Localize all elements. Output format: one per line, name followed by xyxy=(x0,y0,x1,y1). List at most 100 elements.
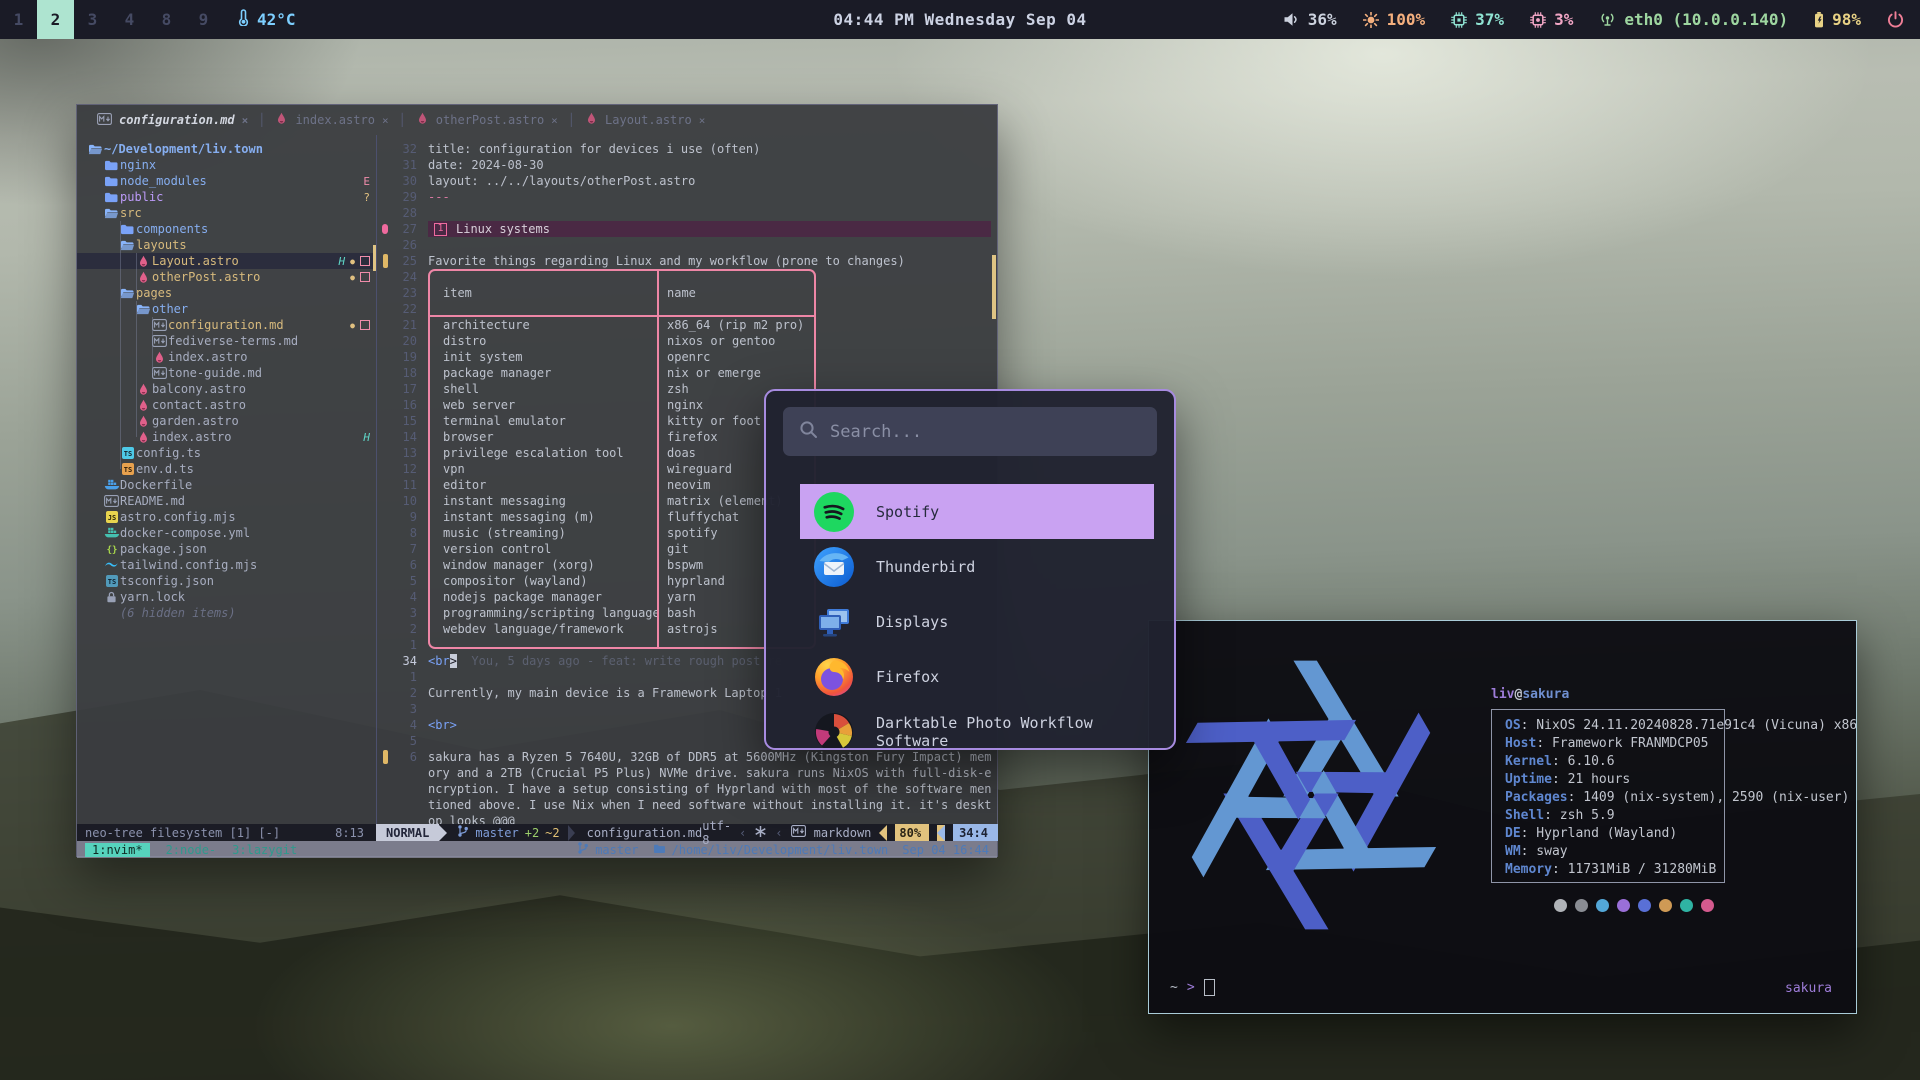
tab-index.astro[interactable]: index.astro × xyxy=(265,105,398,135)
line-text: 1Linux systems xyxy=(428,221,997,237)
launcher-item-firefox[interactable]: Firefox xyxy=(800,649,1154,704)
tree-item[interactable]: otherPost.astro● xyxy=(77,269,376,285)
statusline-neotree: neo-tree filesystem [1] [-] xyxy=(85,826,280,840)
line-number: 12 xyxy=(389,461,417,477)
tree-item[interactable]: balcony.astro xyxy=(77,381,376,397)
tree-item[interactable]: Layout.astroH● xyxy=(77,253,376,269)
tree-item[interactable]: {}package.json xyxy=(77,541,376,557)
tree-item[interactable]: yarn.lock xyxy=(77,589,376,605)
buffer-tabbar: configuration.md×│index.astro×│otherPost… xyxy=(77,105,997,135)
tab-close-icon[interactable]: × xyxy=(551,114,558,127)
astro-icon xyxy=(585,112,598,128)
palette-dot xyxy=(1554,899,1567,912)
tab-close-icon[interactable]: × xyxy=(242,114,249,127)
launcher-item-thunderbird[interactable]: Thunderbird xyxy=(800,539,1154,594)
darktable-icon xyxy=(814,712,854,751)
tree-item[interactable]: layouts xyxy=(77,237,376,253)
markdown-icon xyxy=(791,825,806,840)
prompt-path: ~ xyxy=(1170,980,1178,995)
tree-item[interactable]: fediverse-terms.md xyxy=(77,333,376,349)
table-cell-item xyxy=(430,637,659,647)
astro-icon xyxy=(135,399,152,412)
network-value: eth0 (10.0.0.140) xyxy=(1624,10,1788,29)
palette-dot xyxy=(1701,899,1714,912)
tree-item[interactable]: node_modulesE xyxy=(77,173,376,189)
buffer-scrollbar-thumb[interactable] xyxy=(992,255,996,319)
line-number: 31 xyxy=(389,157,417,173)
tree-item[interactable]: docker-compose.yml xyxy=(77,525,376,541)
bar-module-cpu: 37% xyxy=(1451,10,1504,29)
workspace-button-9[interactable]: 9 xyxy=(185,0,222,39)
tree-item-label: balcony.astro xyxy=(152,382,246,396)
tree-item[interactable]: src xyxy=(77,205,376,221)
table-cell-item: instant messaging xyxy=(430,493,659,509)
tmux-window-3lazygit[interactable]: 3:lazygit xyxy=(232,843,297,857)
status-bar: 123489 42°C 04:44 PM Wednesday Sep 04 36… xyxy=(0,0,1920,39)
tree-item[interactable]: configuration.md● xyxy=(77,317,376,333)
untracked-mark: ? xyxy=(363,191,370,204)
tree-indent-guide xyxy=(152,317,153,373)
tmux-window-1nvim[interactable]: 1:nvim* xyxy=(85,843,150,857)
workspace-button-2[interactable]: 2 xyxy=(37,0,74,39)
neo-tree-panel[interactable]: ~/Development/liv.townnginxnode_modulesE… xyxy=(77,135,376,824)
tab-otherPost.astro[interactable]: otherPost.astro× xyxy=(406,105,568,135)
tree-item[interactable]: TSconfig.ts xyxy=(77,445,376,461)
tmux-window-2node[interactable]: 2:node- xyxy=(166,843,217,857)
line-text xyxy=(428,205,997,221)
tree-item[interactable]: ~/Development/liv.town xyxy=(77,141,376,157)
table-cell-item xyxy=(430,271,659,285)
tree-item-label: public xyxy=(120,190,163,204)
tab-Layout.astro[interactable]: Layout.astro× xyxy=(575,105,715,135)
tree-item[interactable]: Dockerfile xyxy=(77,477,376,493)
tree-scrollbar-thumb[interactable] xyxy=(373,245,376,271)
search-input[interactable]: Search... xyxy=(783,407,1157,456)
svg-text:{}: {} xyxy=(106,546,117,556)
bar-module-power[interactable] xyxy=(1887,11,1904,28)
tree-item[interactable]: pages xyxy=(77,285,376,301)
terminal-window-fetch[interactable]: liv@sakura OS: NixOS 24.11.20240828.71e9… xyxy=(1148,620,1857,1014)
workspace-button-8[interactable]: 8 xyxy=(148,0,185,39)
buffer-line: 28 xyxy=(377,205,997,221)
tree-item[interactable]: components xyxy=(77,221,376,237)
tree-item[interactable]: TSenv.d.ts xyxy=(77,461,376,477)
table-cell-item: browser xyxy=(430,429,659,445)
tree-item[interactable]: (6 hidden items) xyxy=(77,605,376,621)
fetch-info-line: Host: Framework FRANMDCP05 xyxy=(1505,735,1857,753)
tree-item[interactable]: tailwind.config.mjs xyxy=(77,557,376,573)
tree-item[interactable]: tone-guide.md xyxy=(77,365,376,381)
line-number: 23 xyxy=(389,285,417,301)
tab-close-icon[interactable]: × xyxy=(699,114,706,127)
hint-mark: H xyxy=(339,255,346,268)
workspace-button-1[interactable]: 1 xyxy=(0,0,37,39)
launcher-item-displays[interactable]: Displays xyxy=(800,594,1154,649)
tree-item[interactable]: TStsconfig.json xyxy=(77,573,376,589)
workspace-button-3[interactable]: 3 xyxy=(74,0,111,39)
markdown-table-row: nodejs package manageryarn xyxy=(428,589,816,605)
tree-item[interactable]: index.astro xyxy=(77,349,376,365)
tree-item[interactable]: JSastro.config.mjs xyxy=(77,509,376,525)
launcher-item-darktable[interactable]: Darktable Photo Workflow Software xyxy=(800,704,1154,750)
workspace-button-4[interactable]: 4 xyxy=(111,0,148,39)
tab-configuration.md[interactable]: configuration.md× xyxy=(87,105,258,135)
tree-item[interactable]: public? xyxy=(77,189,376,205)
tree-item-marks: ● xyxy=(350,269,370,285)
tab-label: index.astro xyxy=(295,113,374,127)
astro-icon xyxy=(135,271,152,284)
buffer-line: 23itemname xyxy=(377,285,997,301)
tree-item[interactable]: nginx xyxy=(77,157,376,173)
launcher-item-spotify[interactable]: Spotify xyxy=(800,484,1154,539)
tree-item[interactable]: garden.astro xyxy=(77,413,376,429)
fetch-info-line: WM: sway xyxy=(1505,843,1857,861)
shell-prompt[interactable]: ~ > xyxy=(1170,979,1215,996)
astro-icon xyxy=(135,383,152,396)
line-text: layout: ../../layouts/otherPost.astro xyxy=(428,173,997,189)
git-branch-icon xyxy=(457,824,469,841)
tree-item[interactable]: contact.astro xyxy=(77,397,376,413)
md-icon xyxy=(97,113,112,128)
tab-close-icon[interactable]: × xyxy=(382,114,389,127)
tree-item[interactable]: index.astroH xyxy=(77,429,376,445)
gutter-sign xyxy=(381,621,389,637)
tree-item[interactable]: other xyxy=(77,301,376,317)
line-number: 34 xyxy=(389,653,417,669)
tree-item[interactable]: README.md xyxy=(77,493,376,509)
